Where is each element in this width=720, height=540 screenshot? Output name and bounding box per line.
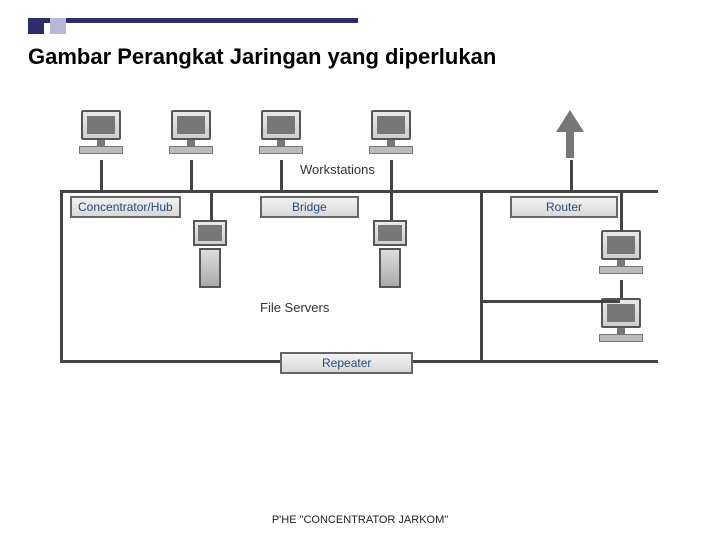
file-server-icon: [190, 220, 230, 290]
router-box: Router: [510, 196, 618, 218]
slide-accent-square-light: [50, 18, 66, 34]
router-drop: [570, 160, 573, 190]
upper-bus-line: [60, 190, 658, 193]
workstations-label: Workstations: [300, 162, 375, 177]
workstation-icon: [258, 110, 304, 160]
ws-right-interconnect: [620, 280, 623, 300]
workstation-icon: [78, 110, 124, 160]
server-drop-1: [210, 193, 213, 223]
right-ws-tie: [480, 300, 620, 303]
workstation-icon: [598, 230, 644, 280]
repeater-box: Repeater: [280, 352, 413, 374]
ws-drop-3: [280, 160, 283, 190]
slide-accent-stripe: [28, 18, 358, 23]
workstation-icon: [168, 110, 214, 160]
slide-footer: P'HE "CONCENTRATOR JARKOM": [0, 514, 720, 526]
network-diagram: Workstations Concentrator/Hub Bridge Rou…: [60, 100, 658, 460]
server-drop-2: [390, 193, 393, 223]
ws-right-drop-1: [620, 193, 623, 233]
file-servers-label: File Servers: [260, 300, 329, 315]
workstation-icon: [368, 110, 414, 160]
slide-title: Gambar Perangkat Jaringan yang diperluka…: [28, 44, 496, 70]
slide-accent-square-dark: [28, 18, 44, 34]
router-arrow-icon: [556, 110, 584, 132]
right-bus-connector: [480, 190, 483, 363]
ws-drop-1: [100, 160, 103, 190]
left-bus-connector: [60, 190, 63, 363]
workstation-icon: [598, 298, 644, 348]
hub-box: Concentrator/Hub: [70, 196, 181, 218]
ws-drop-4: [390, 160, 393, 190]
router-arrow-stem: [566, 130, 574, 158]
file-server-icon: [370, 220, 410, 290]
ws-drop-2: [190, 160, 193, 190]
bridge-box: Bridge: [260, 196, 359, 218]
